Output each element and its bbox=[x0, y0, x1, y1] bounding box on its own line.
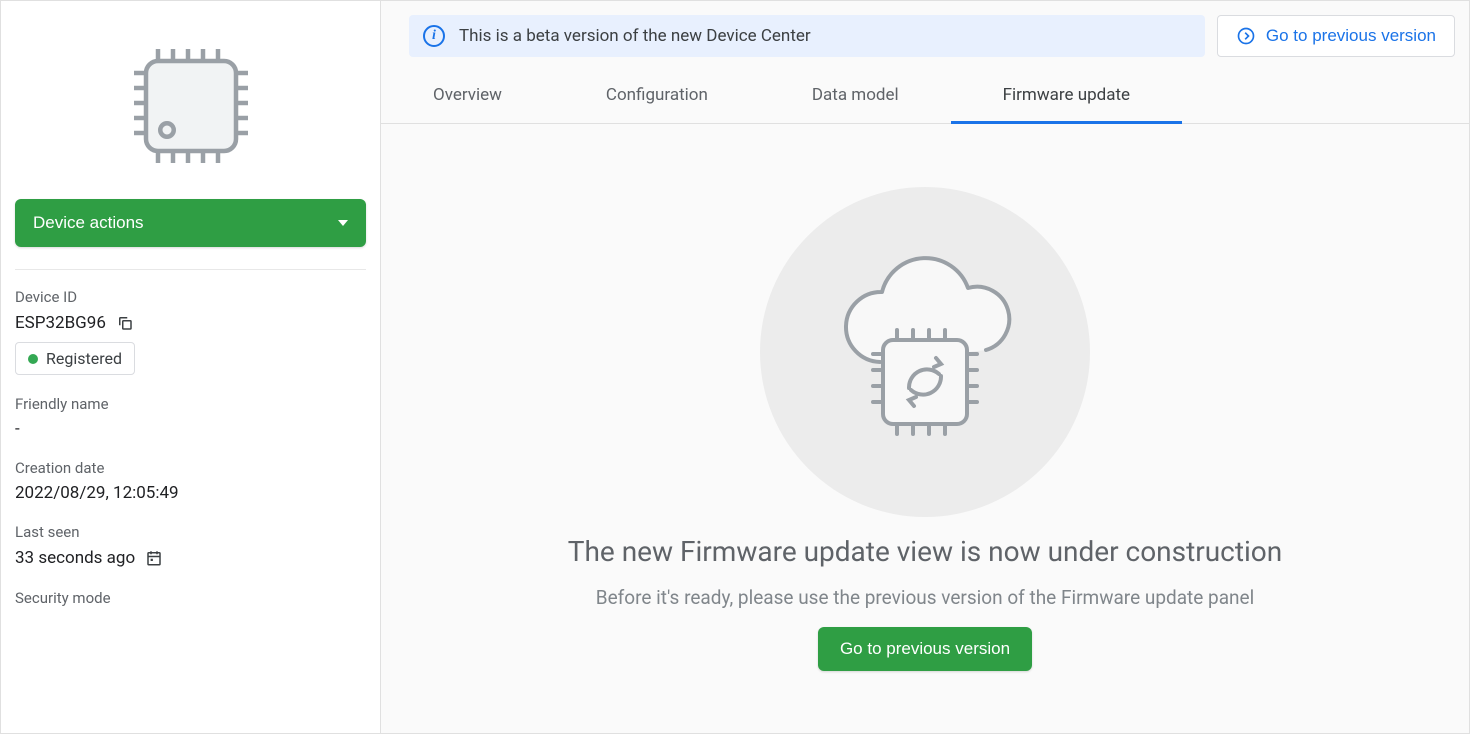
status-chip: Registered bbox=[15, 342, 135, 375]
field-last-seen: Last seen 33 seconds ago bbox=[15, 523, 366, 569]
security-mode-label: Security mode bbox=[15, 589, 366, 607]
last-seen-calendar-button[interactable] bbox=[143, 547, 165, 569]
caret-down-icon bbox=[338, 220, 348, 226]
status-dot-icon bbox=[28, 354, 38, 364]
device-id-value: ESP32BG96 bbox=[15, 313, 106, 333]
friendly-name-label: Friendly name bbox=[15, 395, 366, 413]
go-to-previous-version-button[interactable]: Go to previous version bbox=[818, 627, 1032, 671]
app-root: Device actions Device ID ESP32BG96 bbox=[0, 0, 1470, 734]
beta-banner: i This is a beta version of the new Devi… bbox=[409, 15, 1205, 57]
empty-state-heading: The new Firmware update view is now unde… bbox=[568, 535, 1282, 568]
creation-date-value: 2022/08/29, 12:05:49 bbox=[15, 483, 179, 503]
beta-banner-message: This is a beta version of the new Device… bbox=[459, 26, 811, 46]
empty-state-illustration bbox=[760, 187, 1090, 517]
field-device-id: Device ID ESP32BG96 Registered bbox=[15, 288, 366, 375]
tab-data-model[interactable]: Data model bbox=[760, 69, 951, 123]
top-row: i This is a beta version of the new Devi… bbox=[381, 1, 1469, 57]
copy-device-id-button[interactable] bbox=[114, 312, 136, 334]
last-seen-label: Last seen bbox=[15, 523, 366, 541]
tab-configuration[interactable]: Configuration bbox=[554, 69, 760, 123]
empty-state-subheading: Before it's ready, please use the previo… bbox=[596, 586, 1255, 609]
status-label: Registered bbox=[46, 349, 122, 368]
cloud-chip-sync-icon bbox=[805, 242, 1045, 462]
device-chip-illustration bbox=[15, 21, 366, 199]
last-seen-value: 33 seconds ago bbox=[15, 548, 135, 568]
friendly-name-value: - bbox=[15, 419, 20, 439]
divider bbox=[15, 269, 366, 270]
chip-icon bbox=[116, 31, 266, 181]
device-actions-dropdown[interactable]: Device actions bbox=[15, 199, 366, 247]
sidebar-scroll: Device actions Device ID ESP32BG96 bbox=[1, 1, 380, 633]
main-panel: i This is a beta version of the new Devi… bbox=[381, 1, 1469, 733]
device-sidebar: Device actions Device ID ESP32BG96 bbox=[1, 1, 381, 733]
tab-overview[interactable]: Overview bbox=[381, 69, 554, 123]
field-creation-date: Creation date 2022/08/29, 12:05:49 bbox=[15, 459, 366, 503]
firmware-update-content: The new Firmware update view is now unde… bbox=[381, 124, 1469, 733]
go-to-previous-version-link[interactable]: Go to previous version bbox=[1217, 15, 1455, 57]
device-id-label: Device ID bbox=[15, 288, 366, 306]
creation-date-label: Creation date bbox=[15, 459, 366, 477]
field-security-mode: Security mode bbox=[15, 589, 366, 607]
tabs: Overview Configuration Data model Firmwa… bbox=[381, 57, 1469, 124]
go-to-previous-version-label: Go to previous version bbox=[1266, 26, 1436, 46]
info-icon: i bbox=[423, 25, 445, 47]
calendar-icon bbox=[145, 549, 163, 567]
device-actions-label: Device actions bbox=[33, 213, 144, 233]
tab-firmware-update[interactable]: Firmware update bbox=[951, 69, 1182, 123]
arrow-right-circle-icon bbox=[1236, 26, 1256, 46]
copy-icon bbox=[116, 314, 134, 332]
field-friendly-name: Friendly name - bbox=[15, 395, 366, 439]
